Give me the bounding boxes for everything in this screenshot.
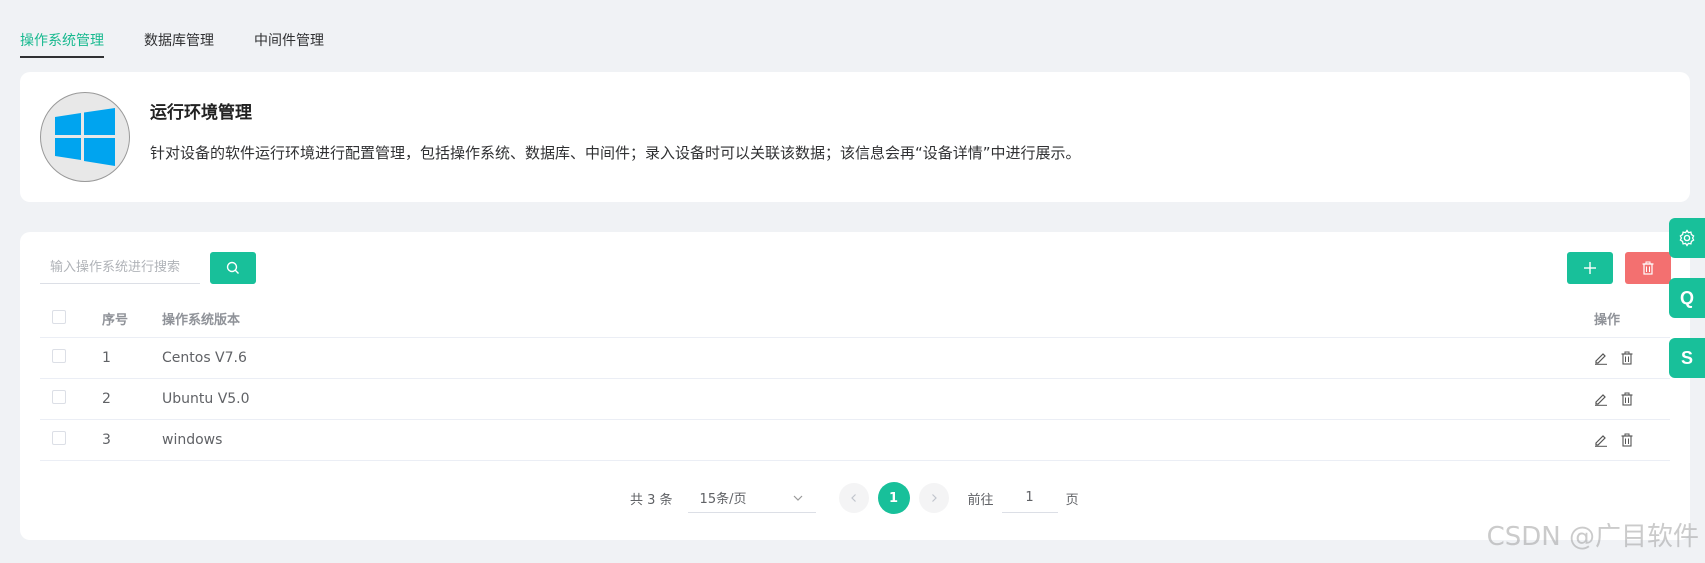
delete-icon[interactable] xyxy=(1620,392,1634,406)
row-no: 3 xyxy=(102,432,111,448)
row-checkbox[interactable] xyxy=(52,431,66,445)
side-settings-button[interactable] xyxy=(1669,218,1705,258)
row-version: windows xyxy=(162,432,223,448)
table-panel: 序号 操作系统版本 操作 1 Centos V7.6 2 Ubuntu V5.0 xyxy=(20,232,1690,540)
pagination: 共 3 条 15条/页 1 前往 页 xyxy=(630,482,1079,514)
search-button[interactable] xyxy=(210,252,256,284)
tab-bar: 操作系统管理 数据库管理 中间件管理 xyxy=(20,18,364,58)
delete-icon[interactable] xyxy=(1620,351,1634,365)
pagination-total: 共 3 条 xyxy=(630,492,673,508)
page-size-value: 15条/页 xyxy=(699,492,747,507)
intro-card: 运行环境管理 针对设备的软件运行环境进行配置管理，包括操作系统、数据库、中间件；… xyxy=(20,72,1690,202)
page-unit-label: 页 xyxy=(1065,492,1079,508)
next-page-button[interactable] xyxy=(918,483,949,513)
header-no: 序号 xyxy=(102,313,129,328)
plus-icon xyxy=(1584,262,1596,274)
row-version: Ubuntu V5.0 xyxy=(162,391,250,407)
table-row: 3 windows xyxy=(40,420,1670,461)
row-checkbox[interactable] xyxy=(52,390,66,404)
os-table: 序号 操作系统版本 操作 1 Centos V7.6 2 Ubuntu V5.0 xyxy=(40,300,1670,461)
side-q-button[interactable]: Q xyxy=(1669,278,1705,318)
delete-icon[interactable] xyxy=(1620,433,1634,447)
goto-label: 前往 xyxy=(967,492,994,508)
row-version: Centos V7.6 xyxy=(162,350,247,366)
edit-icon[interactable] xyxy=(1594,351,1608,365)
watermark: CSDN @广目软件 xyxy=(1486,522,1699,552)
add-button[interactable] xyxy=(1567,252,1613,284)
edit-icon[interactable] xyxy=(1594,392,1608,406)
tab-os-management[interactable]: 操作系统管理 xyxy=(20,18,104,58)
edit-icon[interactable] xyxy=(1594,433,1608,447)
tab-database-management[interactable]: 数据库管理 xyxy=(144,18,214,58)
intro-title: 运行环境管理 xyxy=(150,103,252,123)
table-row: 1 Centos V7.6 xyxy=(40,338,1670,379)
prev-page-button[interactable] xyxy=(838,483,869,513)
row-no: 1 xyxy=(102,350,111,366)
search-icon xyxy=(226,261,239,274)
chevron-down-icon xyxy=(793,495,802,501)
chevron-left-icon xyxy=(850,494,856,502)
page-size-select[interactable]: 15条/页 xyxy=(687,483,816,513)
trash-icon xyxy=(1642,261,1654,275)
side-s-button[interactable]: S xyxy=(1669,338,1705,378)
table-row: 2 Ubuntu V5.0 xyxy=(40,379,1670,420)
header-version: 操作系统版本 xyxy=(162,313,241,328)
chevron-right-icon xyxy=(931,494,937,502)
gear-icon xyxy=(1679,229,1695,247)
search-input[interactable] xyxy=(40,252,200,284)
page-number-current[interactable]: 1 xyxy=(877,482,910,514)
windows-logo-icon xyxy=(40,92,130,182)
row-no: 2 xyxy=(102,391,111,407)
tab-middleware-management[interactable]: 中间件管理 xyxy=(254,18,324,58)
header-op: 操作 xyxy=(1594,313,1621,328)
select-all-checkbox[interactable] xyxy=(52,309,66,324)
intro-description: 针对设备的软件运行环境进行配置管理，包括操作系统、数据库、中间件；录入设备时可以… xyxy=(150,144,1081,162)
goto-page-input[interactable] xyxy=(1001,483,1058,513)
row-checkbox[interactable] xyxy=(52,349,66,363)
table-header-row: 序号 操作系统版本 操作 xyxy=(40,300,1670,338)
batch-delete-button[interactable] xyxy=(1625,252,1671,284)
